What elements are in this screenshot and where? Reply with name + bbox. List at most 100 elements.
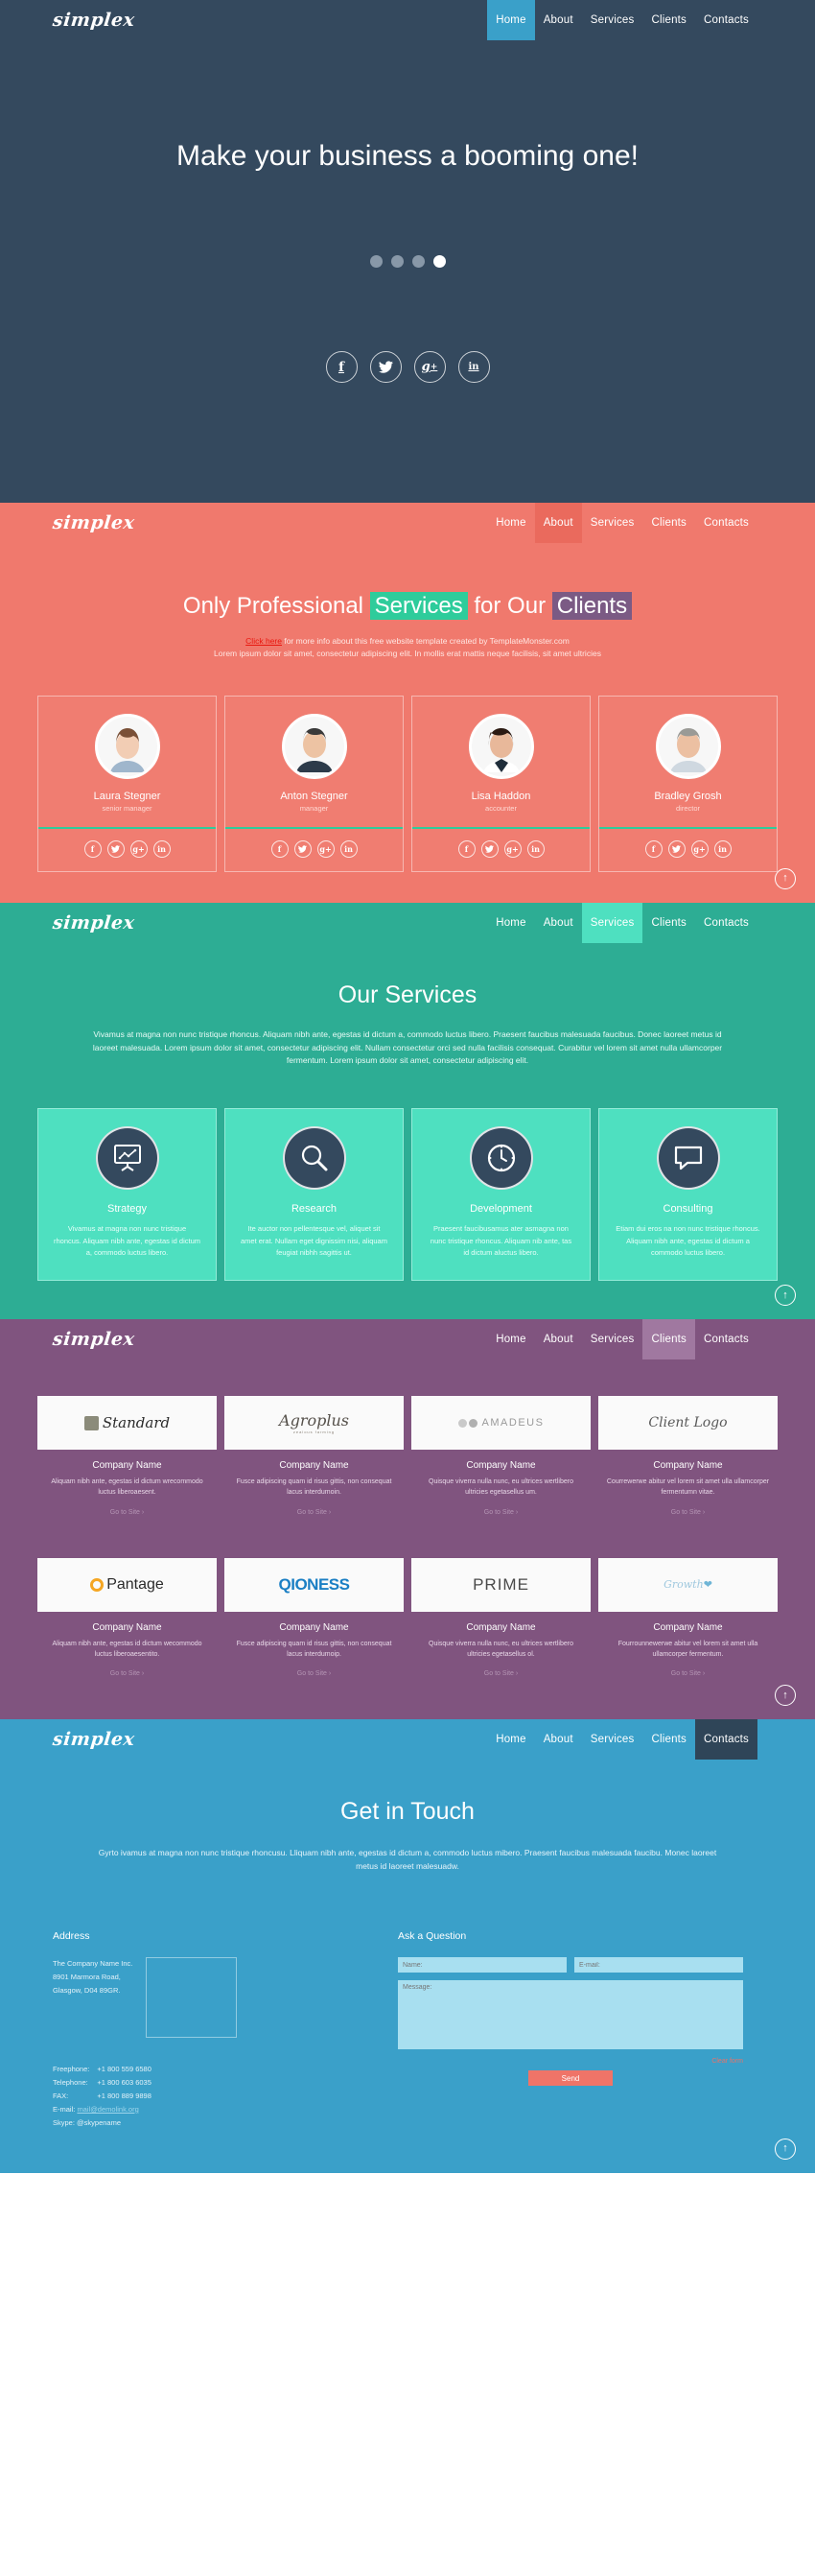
twitter-icon[interactable] [293,839,312,858]
back-to-top-button[interactable]: ↑ [775,2138,796,2160]
client-logo-text: Agroplus [279,1411,349,1430]
twitter-icon[interactable] [106,839,125,858]
twitter-icon[interactable] [480,839,499,858]
googleplus-icon[interactable]: g+ [690,839,709,858]
click-here-link[interactable]: Click here [245,636,282,646]
nav-item-contacts[interactable]: Contacts [695,1719,757,1761]
logo[interactable]: simplex [52,10,136,31]
send-button[interactable]: Send [528,2070,613,2087]
nav-item-home[interactable]: Home [487,0,535,40]
logo[interactable]: simplex [52,912,136,934]
clear-form-link[interactable]: Clear form [398,2058,743,2065]
nav-item-services[interactable]: Services [582,1719,643,1760]
nav-item-home[interactable]: Home [487,903,534,943]
slider-dot-4-active[interactable] [432,255,446,268]
client-card[interactable]: AMADEUS Company Name Quisque viverra nul… [411,1396,591,1516]
client-card[interactable]: QIONESS Company Name Fusce adipiscing qu… [224,1557,404,1677]
go-to-site-link[interactable]: Go to Site › [37,1509,217,1516]
team-card[interactable]: Laura Stegner senior manager f g+ in [37,696,217,872]
email-link[interactable]: mail@demolink.org [77,2105,138,2114]
logo[interactable]: simplex [52,1329,136,1350]
nav-item-services[interactable]: Services [582,503,643,543]
nav-item-contacts[interactable]: Contacts [695,1319,757,1359]
client-card[interactable]: Growth ❤ Company Name Fourrounnewerwe abi… [598,1557,778,1677]
name-input[interactable] [398,1957,567,1973]
about-title-highlight-clients: Clients [551,592,633,620]
go-to-site-link[interactable]: Go to Site › [411,1670,591,1677]
logo[interactable]: simplex [52,512,136,533]
service-text: Etiam dui eros na non nunc tristique rho… [616,1224,760,1257]
nav-item-about[interactable]: About [534,503,582,543]
googleplus-icon[interactable]: g+ [316,839,335,858]
googleplus-icon[interactable]: g+ [413,351,446,383]
client-card[interactable]: PRIME Company Name Quisque viverra nulla… [411,1557,591,1677]
nav-item-about[interactable]: About [535,903,582,943]
go-to-site-link[interactable]: Go to Site › [224,1670,404,1677]
nav-item-clients[interactable]: Clients [642,0,695,40]
twitter-icon[interactable] [667,839,686,858]
facebook-icon[interactable]: f [83,839,102,858]
nav-item-contacts[interactable]: Contacts [695,0,757,40]
slider-dot-2[interactable] [390,255,404,268]
go-to-site-link[interactable]: Go to Site › [598,1670,778,1677]
slider-dot-1[interactable] [369,255,383,268]
nav-item-services[interactable]: Services [581,902,643,943]
nav-item-services[interactable]: Services [582,0,643,40]
googleplus-icon[interactable]: g+ [503,839,522,858]
service-card[interactable]: Strategy Vivamus at magna non nunc trist… [37,1108,217,1282]
service-name: Strategy [107,1203,147,1216]
client-card[interactable]: Pantage Company Name Aliquam nibh ante, … [37,1557,217,1677]
team-member-name: Anton Stegner [280,791,348,803]
client-card[interactable]: Standard Company Name Aliquam nibh ante,… [37,1396,217,1516]
linkedin-icon[interactable]: in [526,839,545,858]
go-to-site-link[interactable]: Go to Site › [37,1670,217,1677]
service-card[interactable]: Research Ite auctor non pellentesque vel… [224,1108,404,1282]
back-to-top-button[interactable]: ↑ [775,1685,796,1707]
address-column: Address The Company Name Inc. 8901 Marmo… [53,1930,369,2129]
nav-item-about[interactable]: About [535,1719,582,1760]
nav-item-contacts[interactable]: Contacts [695,503,757,543]
nav-item-contacts[interactable]: Contacts [695,903,757,943]
client-card[interactable]: Client Logo Company Name Courrewerwe abi… [598,1396,778,1516]
facebook-icon[interactable]: f [644,839,663,858]
go-to-site-link[interactable]: Go to Site › [224,1509,404,1516]
googleplus-icon[interactable]: g+ [129,839,148,858]
nav-item-home[interactable]: Home [487,503,534,543]
back-to-top-button[interactable]: ↑ [775,1285,796,1307]
service-name: Research [291,1203,338,1216]
linkedin-icon[interactable]: in [152,839,171,858]
question-form-column: Ask a Question Clear form Send [398,1930,743,2129]
nav-item-home[interactable]: Home [487,1719,534,1760]
facebook-icon[interactable]: f [325,351,358,383]
nav-item-clients[interactable]: Clients [642,903,695,943]
client-logo-text: Standard [102,1414,171,1432]
back-to-top-button[interactable]: ↑ [775,867,796,889]
map-placeholder[interactable] [146,1957,238,2039]
team-card[interactable]: Bradley Grosh director f g+ in [598,696,778,872]
service-card[interactable]: Development Praesent faucibusamus ater a… [411,1108,591,1282]
nav-item-about[interactable]: About [535,0,582,40]
service-card[interactable]: Consulting Etiam dui eros na non nunc tr… [598,1108,778,1282]
linkedin-icon[interactable]: in [457,351,490,383]
linkedin-icon[interactable]: in [713,839,732,858]
nav-item-clients[interactable]: Clients [642,1319,696,1360]
message-textarea[interactable] [398,1980,743,2050]
nav-item-home[interactable]: Home [487,1319,534,1359]
nav-item-about[interactable]: About [535,1319,582,1359]
twitter-icon[interactable] [369,351,402,383]
go-to-site-link[interactable]: Go to Site › [598,1509,778,1516]
team-card[interactable]: Anton Stegner manager f g+ in [224,696,404,872]
logo[interactable]: simplex [52,1729,136,1750]
slider-dot-3[interactable] [411,255,425,268]
team-card[interactable]: Lisa Haddon accounter f g+ in [411,696,591,872]
linkedin-icon[interactable]: in [339,839,358,858]
nav-item-clients[interactable]: Clients [642,503,695,543]
email-input[interactable] [574,1957,743,1973]
facebook-icon[interactable]: f [457,839,476,858]
nav-item-clients[interactable]: Clients [642,1719,695,1760]
facebook-icon[interactable]: f [270,839,289,858]
nav-item-services[interactable]: Services [582,1319,643,1359]
client-card[interactable]: Agroplus zealous farming Company Name Fus… [224,1396,404,1516]
go-to-site-link[interactable]: Go to Site › [411,1509,591,1516]
phone-value: +1 800 889 9898 [97,2091,151,2100]
